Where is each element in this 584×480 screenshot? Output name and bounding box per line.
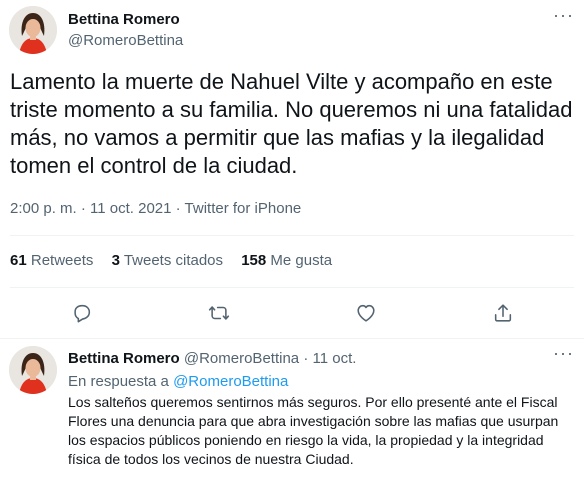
like-button[interactable] bbox=[353, 300, 379, 326]
likes-count: 158 bbox=[241, 252, 267, 269]
likes-label: Me gusta bbox=[270, 252, 333, 269]
tweet-actions bbox=[0, 300, 584, 326]
more-options-icon[interactable]: ··· bbox=[553, 344, 577, 364]
retweet-button[interactable] bbox=[206, 300, 232, 326]
reply-author-name[interactable]: Bettina Romero bbox=[68, 350, 180, 367]
share-button[interactable] bbox=[490, 300, 516, 326]
quotes-count: 3 bbox=[111, 252, 120, 269]
tweet-text: Lamento la muerte de Nahuel Vilte y acom… bbox=[10, 69, 573, 178]
separator-dot: · bbox=[303, 350, 309, 367]
reply-icon bbox=[74, 304, 91, 323]
retweet-icon bbox=[208, 306, 230, 320]
retweets-stat[interactable]: 61 Retweets bbox=[10, 252, 93, 269]
divider bbox=[10, 235, 574, 236]
share-icon bbox=[494, 304, 512, 322]
likes-stat[interactable]: 158 Me gusta bbox=[241, 252, 332, 269]
reply-to-handle-link[interactable]: @RomeroBettina bbox=[173, 373, 288, 390]
avatar[interactable] bbox=[9, 6, 57, 54]
retweets-label: Retweets bbox=[30, 252, 94, 269]
retweets-count: 61 bbox=[10, 252, 27, 269]
tweet-stats: 61 Retweets 3 Tweets citados 158 Me gust… bbox=[10, 252, 346, 269]
reply-author-handle[interactable]: @RomeroBettina bbox=[184, 350, 299, 367]
avatar-photo-icon bbox=[9, 6, 57, 54]
reply-context: En respuesta a @RomeroBettina bbox=[68, 373, 288, 390]
quotes-label: Tweets citados bbox=[123, 252, 224, 269]
avatar-photo-icon bbox=[9, 346, 57, 394]
author-handle[interactable]: @RomeroBettina bbox=[68, 32, 183, 49]
divider bbox=[10, 287, 574, 288]
tweet-timestamp[interactable]: 2:00 p. m. · 11 oct. 2021 · Twitter for … bbox=[10, 200, 301, 217]
more-options-icon[interactable]: ··· bbox=[553, 6, 577, 26]
reply-tweet-text: Los salteños queremos sentirnos más segu… bbox=[68, 394, 559, 467]
reply-prefix: En respuesta a bbox=[68, 373, 169, 390]
reply-header: Bettina Romero @RomeroBettina · 11 oct. bbox=[68, 350, 356, 367]
avatar[interactable] bbox=[9, 346, 57, 394]
author-name[interactable]: Bettina Romero bbox=[68, 11, 180, 28]
like-icon bbox=[357, 304, 375, 322]
reply-date[interactable]: 11 oct. bbox=[312, 350, 356, 367]
quotes-stat[interactable]: 3 Tweets citados bbox=[112, 252, 223, 269]
reply-button[interactable] bbox=[69, 300, 95, 326]
divider bbox=[0, 338, 584, 339]
